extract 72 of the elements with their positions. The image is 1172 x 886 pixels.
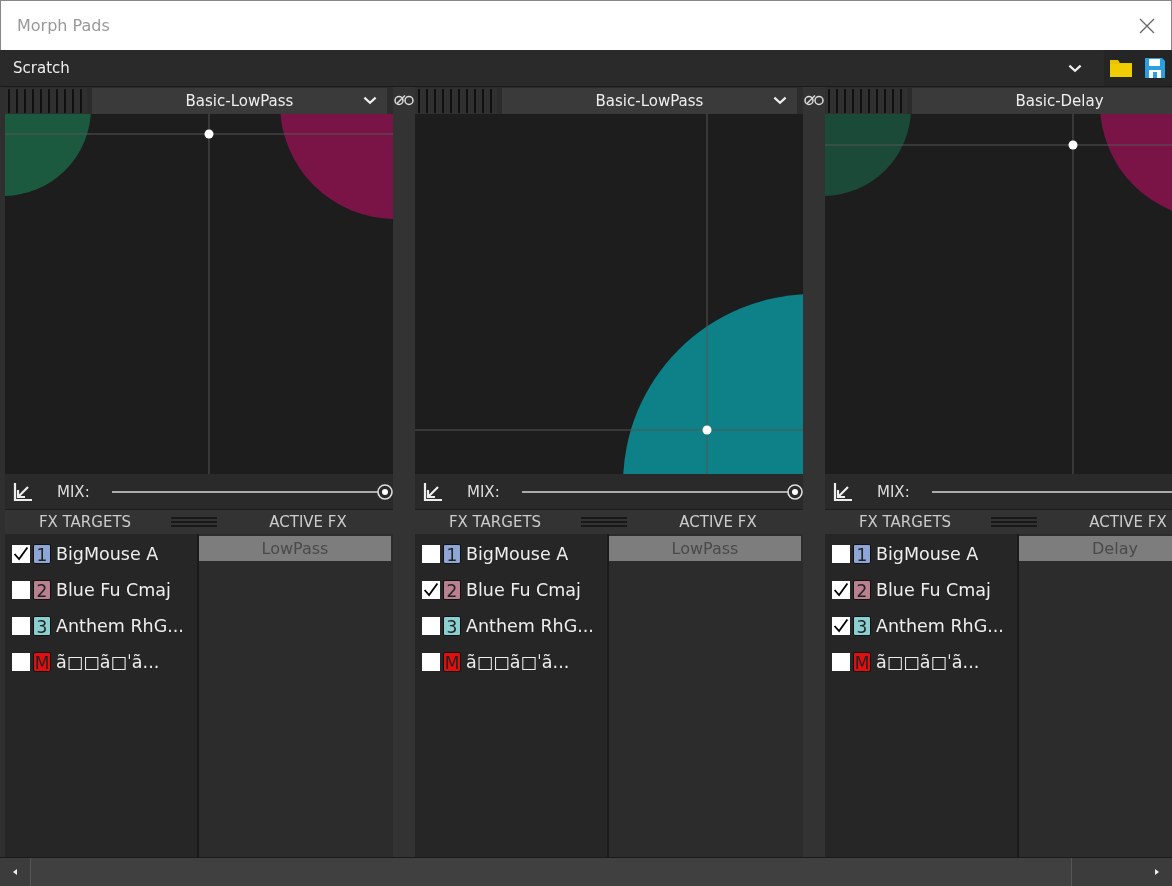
corner-arrow-icon[interactable]	[833, 481, 853, 502]
target-name: Anthem RhG...	[56, 616, 184, 636]
caret-icon	[1068, 63, 1082, 73]
mix-label: MIX:	[467, 482, 500, 501]
mix-label: MIX:	[877, 482, 910, 501]
column-heading: FX TARGETS	[37, 513, 133, 531]
checkbox[interactable]	[12, 545, 30, 563]
target-name: BigMouse A	[56, 544, 159, 564]
caret-icon	[363, 96, 377, 105]
column-heading: FX TARGETS	[447, 513, 543, 531]
track-badge: 1	[853, 544, 871, 564]
track-badge: 2	[853, 580, 871, 600]
target-name: BigMouse A	[876, 544, 979, 564]
slider-thumb[interactable]	[786, 482, 804, 501]
target-name: ã□□ã□ˈã...	[466, 652, 570, 672]
effect-dropdown[interactable]: Basic-LowPass	[92, 87, 387, 114]
grip-icon[interactable]	[5, 87, 87, 114]
target-name: BigMouse A	[466, 544, 569, 564]
corner-arrow-icon[interactable]	[423, 481, 443, 502]
checkbox[interactable]	[12, 581, 30, 599]
splitter-handle[interactable]	[171, 516, 217, 528]
preset-dropdown[interactable]: Scratch	[0, 50, 1172, 87]
window-title: Morph Pads	[17, 16, 111, 35]
checkbox[interactable]	[422, 545, 440, 563]
track-badge: 2	[443, 580, 461, 600]
caret-icon	[773, 96, 787, 105]
checkbox[interactable]	[422, 617, 440, 635]
target-name: Blue Fu Cmaj	[876, 580, 991, 600]
target-name: Anthem RhG...	[466, 616, 594, 636]
mix-label: MIX:	[57, 482, 90, 501]
effect-dropdown[interactable]: Basic-Delay	[912, 87, 1172, 114]
grip-icon[interactable]	[825, 87, 907, 114]
xy-pad[interactable]	[5, 114, 393, 474]
checkbox[interactable]	[422, 581, 440, 599]
track-badge: M	[33, 652, 51, 672]
folder-icon[interactable]	[1110, 58, 1132, 78]
slider-thumb[interactable]	[376, 482, 394, 501]
target-name: ã□□ã□ˈã...	[56, 652, 160, 672]
checkbox[interactable]	[422, 653, 440, 671]
track-badge: M	[853, 652, 871, 672]
save-icon[interactable]	[1144, 58, 1166, 78]
corner-arrow-icon[interactable]	[13, 481, 33, 502]
splitter-handle[interactable]	[581, 516, 627, 528]
track-badge: 1	[443, 544, 461, 564]
checkbox[interactable]	[832, 545, 850, 563]
xy-pad[interactable]	[415, 114, 803, 474]
checkbox[interactable]	[832, 653, 850, 671]
track-badge: M	[443, 652, 461, 672]
column-heading: ACTIVE FX	[268, 513, 348, 531]
track-badge: 1	[33, 544, 51, 564]
effect-dropdown[interactable]: Basic-LowPass	[502, 87, 797, 114]
column-heading: ACTIVE FX	[678, 513, 758, 531]
checkbox[interactable]	[832, 581, 850, 599]
splitter-handle[interactable]	[991, 516, 1037, 528]
link-icon[interactable]	[803, 93, 825, 106]
target-name: Anthem RhG...	[876, 616, 1004, 636]
grip-icon[interactable]	[415, 87, 497, 114]
track-badge: 2	[33, 580, 51, 600]
checkbox[interactable]	[12, 653, 30, 671]
target-name: Blue Fu Cmaj	[466, 580, 581, 600]
track-badge: 3	[853, 616, 871, 636]
target-name: Blue Fu Cmaj	[56, 580, 171, 600]
link-icon[interactable]	[393, 93, 415, 106]
xy-pad[interactable]	[825, 114, 1172, 474]
close-icon[interactable]	[1139, 17, 1155, 34]
column-heading: ACTIVE FX	[1088, 513, 1168, 531]
track-badge: 3	[443, 616, 461, 636]
column-heading: FX TARGETS	[857, 513, 953, 531]
checkbox[interactable]	[12, 617, 30, 635]
track-badge: 3	[33, 616, 51, 636]
checkbox[interactable]	[832, 617, 850, 635]
target-name: ã□□ã□ˈã...	[876, 652, 980, 672]
